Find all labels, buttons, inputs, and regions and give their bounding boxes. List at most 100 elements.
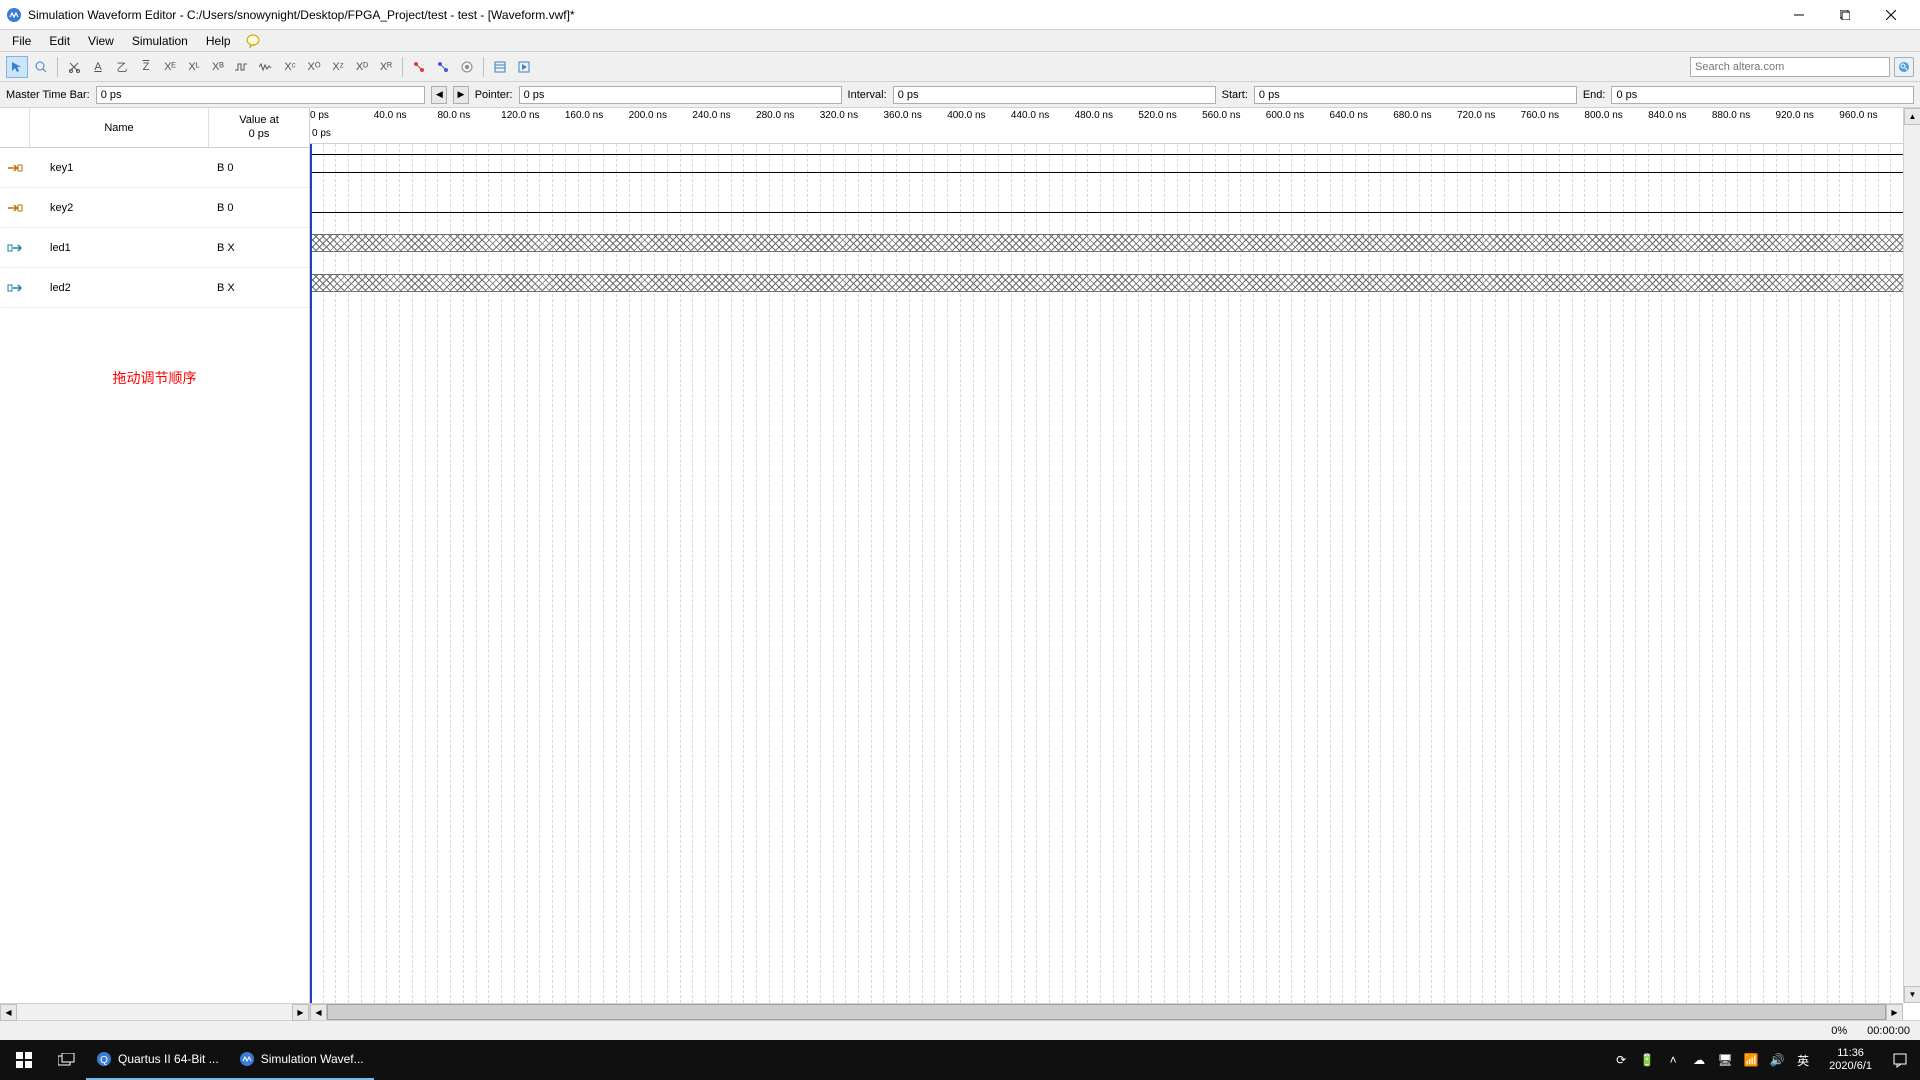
- tool-xz-icon[interactable]: Xᶻ: [327, 56, 349, 78]
- waveform-area[interactable]: 0 ps 0 ps40.0 ns80.0 ns120.0 ns160.0 ns2…: [310, 108, 1920, 1020]
- menubar: File Edit View Simulation Help: [0, 30, 1920, 52]
- tool-xc-icon[interactable]: Xᶜ: [279, 56, 301, 78]
- taskbar-app-waveform[interactable]: Simulation Wavef...: [229, 1040, 374, 1080]
- tool-force0-icon[interactable]: A: [87, 56, 109, 78]
- tool-forceinv-icon[interactable]: Z: [135, 56, 157, 78]
- tray-sync-icon[interactable]: ⟳: [1613, 1052, 1629, 1068]
- ruler-tick: 520.0 ns: [1138, 110, 1176, 121]
- signal-row[interactable]: led1B X: [0, 228, 309, 268]
- taskview-button[interactable]: [48, 1040, 86, 1080]
- timebar-prev-button[interactable]: ◀: [431, 86, 447, 104]
- pointer-input[interactable]: [519, 86, 842, 104]
- tool-force1-icon[interactable]: 乙: [111, 56, 133, 78]
- tool-xd-icon[interactable]: Xᴰ: [351, 56, 373, 78]
- help-balloon-icon[interactable]: [245, 33, 261, 49]
- menu-view[interactable]: View: [80, 32, 122, 50]
- tool-run-icon[interactable]: [513, 56, 535, 78]
- waveform-track[interactable]: [310, 144, 1920, 184]
- tray-cloud-icon[interactable]: ☁: [1691, 1052, 1707, 1068]
- scroll-down-button[interactable]: ▼: [1904, 986, 1920, 1003]
- time-ruler[interactable]: 0 ps 0 ps40.0 ns80.0 ns120.0 ns160.0 ns2…: [310, 108, 1920, 144]
- search-input[interactable]: [1690, 57, 1890, 77]
- tool-xl-icon[interactable]: Xᴸ: [183, 56, 205, 78]
- tool-cut-icon[interactable]: [63, 56, 85, 78]
- start-input[interactable]: [1254, 86, 1577, 104]
- tool-xb-icon[interactable]: Xᴮ: [207, 56, 229, 78]
- search-go-button[interactable]: [1894, 57, 1914, 77]
- tool-xr-icon[interactable]: Xᴿ: [375, 56, 397, 78]
- ruler-tick: 480.0 ns: [1075, 110, 1113, 121]
- ruler-tick: 640.0 ns: [1330, 110, 1368, 121]
- signal-row[interactable]: led2B X: [0, 268, 309, 308]
- time-cursor[interactable]: [310, 144, 312, 1003]
- scroll-up-button[interactable]: ▲: [1904, 108, 1920, 125]
- tray-wifi-icon[interactable]: 📶: [1743, 1052, 1759, 1068]
- tray-up-icon[interactable]: ˄: [1665, 1052, 1681, 1068]
- minimize-button[interactable]: [1776, 0, 1822, 30]
- waveform-hscroll[interactable]: ◀ ▶: [310, 1003, 1903, 1020]
- maximize-button[interactable]: [1822, 0, 1868, 30]
- tool-zoom-icon[interactable]: [30, 56, 52, 78]
- waveform-track[interactable]: [310, 224, 1920, 264]
- column-value-header[interactable]: Value at 0 ps: [209, 108, 309, 147]
- ruler-tick: 240.0 ns: [692, 110, 730, 121]
- wave-low-line: [310, 172, 1920, 173]
- tool-snap-blue-icon[interactable]: [432, 56, 454, 78]
- timebar-next-button[interactable]: ▶: [453, 86, 469, 104]
- menu-edit[interactable]: Edit: [41, 32, 78, 50]
- tool-list-icon[interactable]: [489, 56, 511, 78]
- tray-battery-icon[interactable]: 🔋: [1639, 1052, 1655, 1068]
- waveform-track[interactable]: [310, 264, 1920, 304]
- signal-row[interactable]: key2B 0: [0, 188, 309, 228]
- signal-value: B X: [209, 242, 309, 254]
- tool-settings-icon[interactable]: [456, 56, 478, 78]
- taskbar-clock[interactable]: 11:36 2020/6/1: [1821, 1047, 1880, 1073]
- interval-input[interactable]: [893, 86, 1216, 104]
- pointer-label: Pointer:: [475, 89, 513, 101]
- tool-pointer-icon[interactable]: [6, 56, 28, 78]
- signal-row[interactable]: key1B 0: [0, 148, 309, 188]
- toolbar-separator: [402, 57, 403, 77]
- windows-taskbar: Q Quartus II 64-Bit ... Simulation Wavef…: [0, 1040, 1920, 1080]
- signal-name: key1: [30, 162, 209, 174]
- tool-clock-icon[interactable]: [231, 56, 253, 78]
- waveform-track[interactable]: [310, 184, 1920, 224]
- ruler-tick: 560.0 ns: [1202, 110, 1240, 121]
- taskbar-app-quartus[interactable]: Q Quartus II 64-Bit ...: [86, 1040, 229, 1080]
- toolbar-separator: [57, 57, 58, 77]
- tray-monitor-icon[interactable]: 🖥: [1717, 1052, 1733, 1068]
- ruler-tick: 760.0 ns: [1521, 110, 1559, 121]
- notification-button[interactable]: [1880, 1040, 1920, 1080]
- start-button[interactable]: [0, 1040, 48, 1080]
- interval-label: Interval:: [848, 89, 887, 101]
- scroll-left-button[interactable]: ◀: [310, 1004, 327, 1020]
- wave-unknown-region: [310, 274, 1920, 292]
- tray-ime-icon[interactable]: 英: [1795, 1052, 1811, 1068]
- window-title: Simulation Waveform Editor - C:/Users/sn…: [28, 8, 1776, 22]
- menu-simulation[interactable]: Simulation: [124, 32, 196, 50]
- end-input[interactable]: [1611, 86, 1914, 104]
- tool-snap-red-icon[interactable]: [408, 56, 430, 78]
- toolbar-separator: [483, 57, 484, 77]
- menu-help[interactable]: Help: [198, 32, 239, 50]
- tray-volume-icon[interactable]: 🔊: [1769, 1052, 1785, 1068]
- signal-value: B X: [209, 282, 309, 294]
- menu-file[interactable]: File: [4, 32, 39, 50]
- tool-random-icon[interactable]: [255, 56, 277, 78]
- column-name-header[interactable]: Name: [30, 108, 209, 147]
- waveform-body[interactable]: [310, 144, 1920, 1003]
- waveform-vscroll[interactable]: ▲ ▼: [1903, 108, 1920, 1003]
- scroll-left-button[interactable]: ◀: [0, 1004, 17, 1021]
- tool-xo-icon[interactable]: Xᴼ: [303, 56, 325, 78]
- close-button[interactable]: [1868, 0, 1914, 30]
- ruler-tick: 400.0 ns: [947, 110, 985, 121]
- ruler-tick: 0 ps: [310, 110, 329, 121]
- signal-panel-hscroll[interactable]: ◀ ▶: [0, 1003, 309, 1020]
- signal-name: led1: [30, 242, 209, 254]
- hscroll-thumb[interactable]: [327, 1004, 1886, 1020]
- tool-xe-icon[interactable]: Xᴱ: [159, 56, 181, 78]
- master-timebar-input[interactable]: [96, 86, 426, 104]
- scroll-right-button[interactable]: ▶: [1886, 1004, 1903, 1020]
- scroll-right-button[interactable]: ▶: [292, 1004, 309, 1021]
- drag-hint-text: 拖动调节顺序: [0, 368, 309, 388]
